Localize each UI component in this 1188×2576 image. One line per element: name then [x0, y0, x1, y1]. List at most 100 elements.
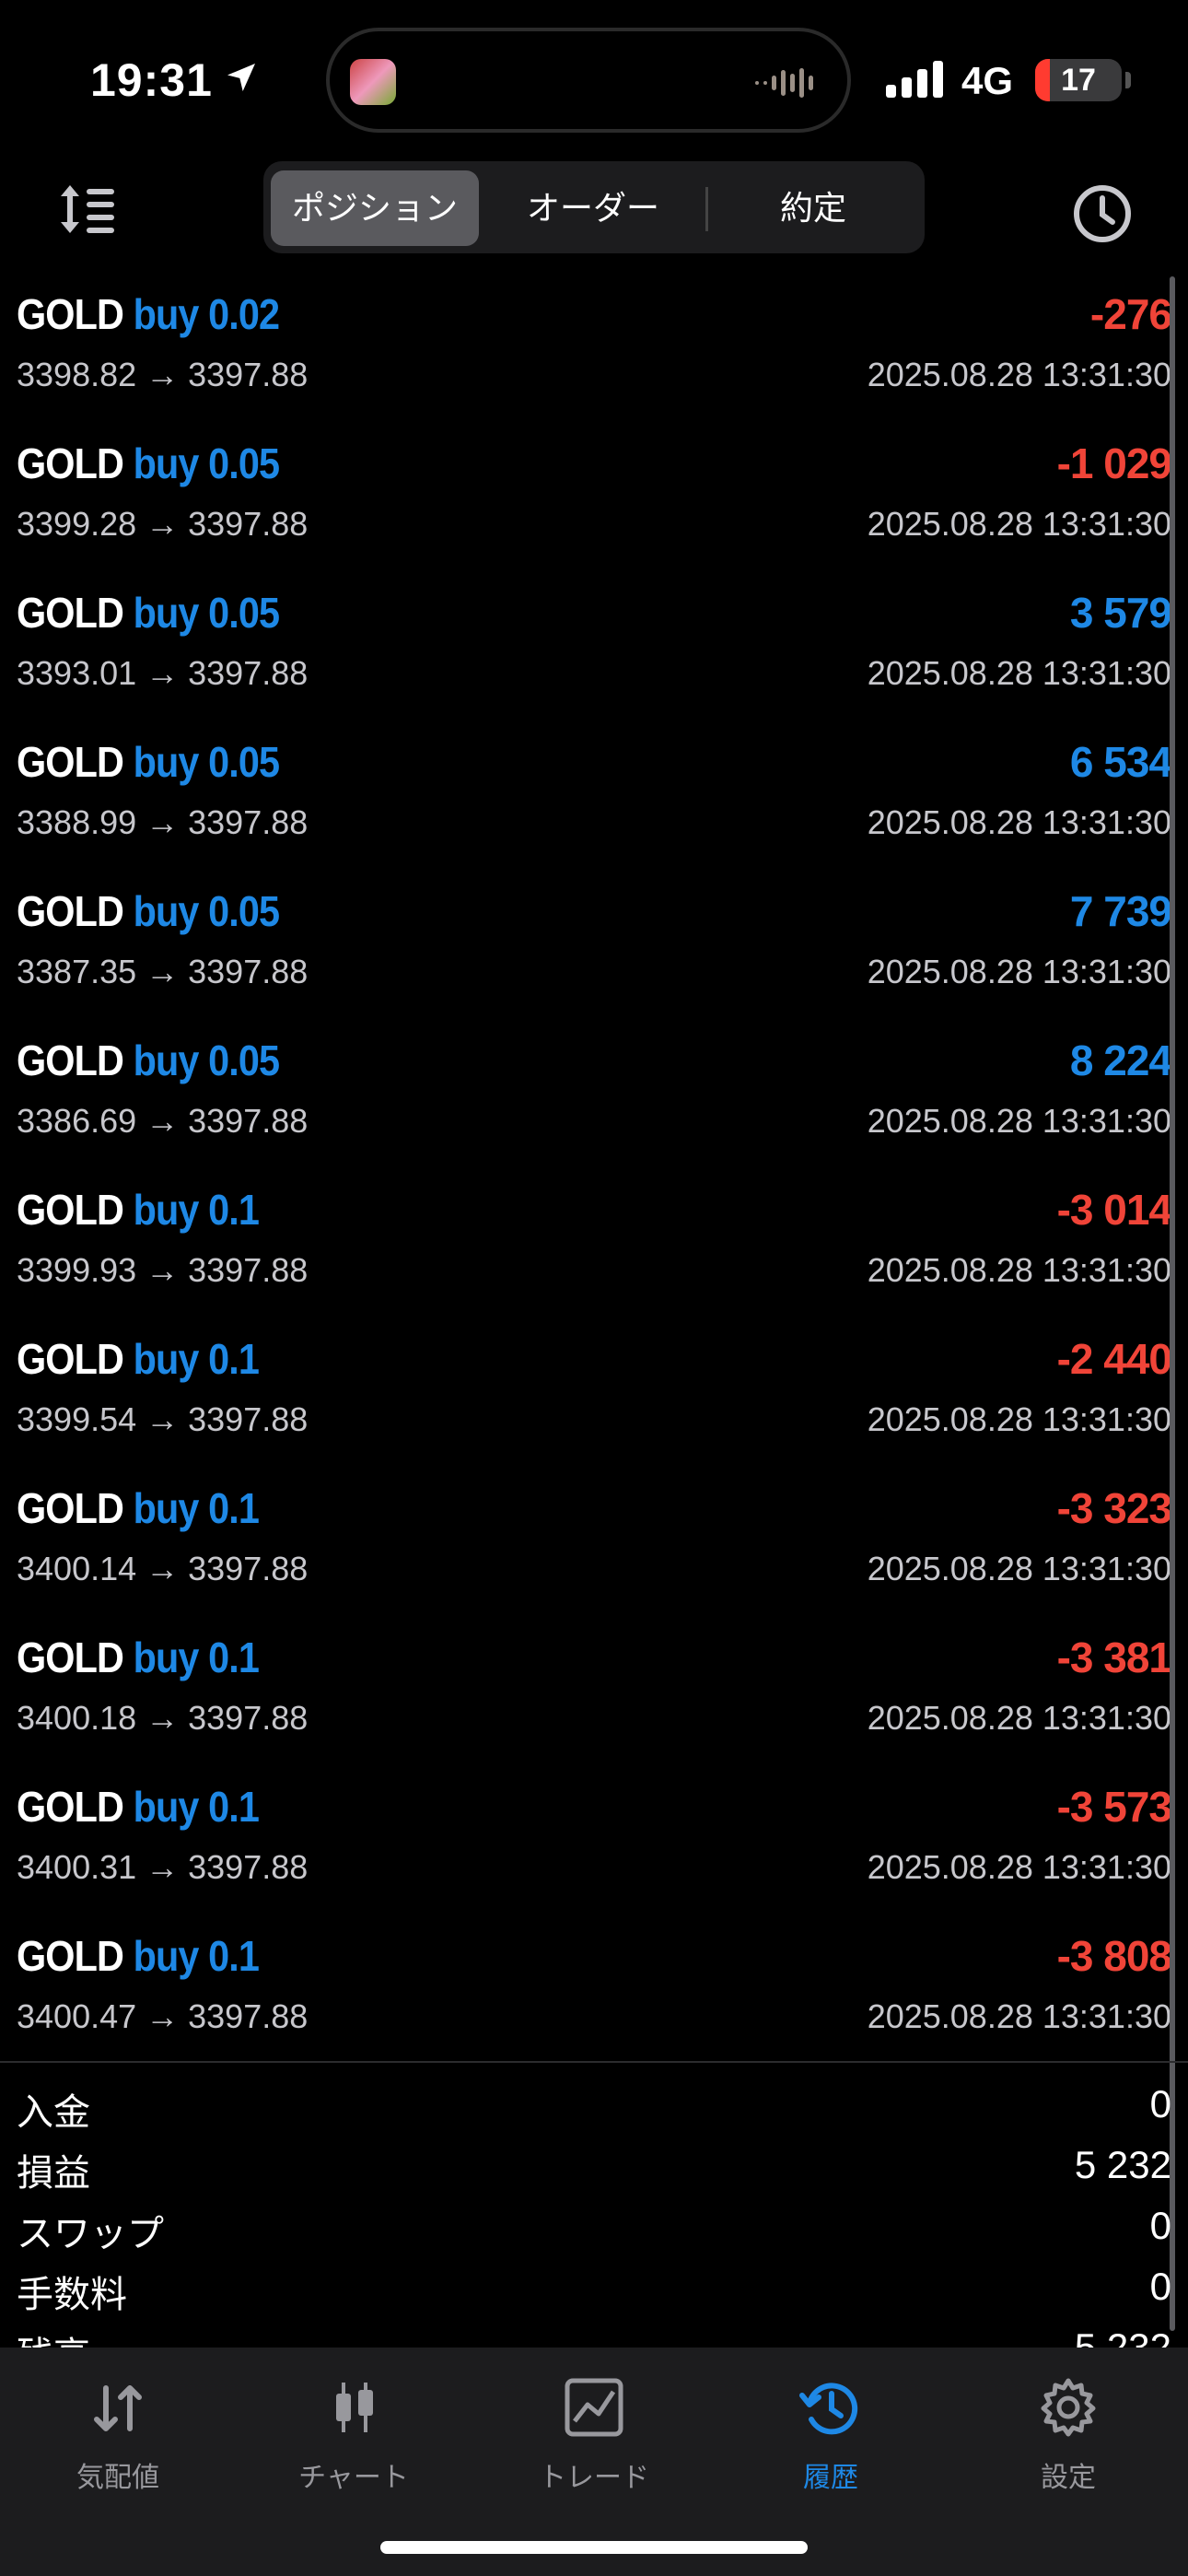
position-time: 2025.08.28 13:31:30	[867, 1997, 1171, 2035]
position-time: 2025.08.28 13:31:30	[867, 1550, 1171, 1587]
tab-trade[interactable]: トレード	[511, 2375, 677, 2504]
history-clock-icon	[799, 2383, 858, 2435]
tab-settings[interactable]: 設定	[985, 2375, 1151, 2504]
audio-wave-icon	[755, 68, 813, 98]
position-row[interactable]: GOLD buy 0.05 -1 029 3399.28 → 3397.88 2025…	[0, 424, 1188, 573]
summary-value: 0	[1149, 2082, 1171, 2125]
position-time: 2025.08.28 13:31:30	[867, 1251, 1171, 1289]
position-side-volume: buy 0.1	[133, 1633, 260, 1681]
tab-history-label: 履歴	[803, 2463, 858, 2493]
tab-settings-label: 設定	[1041, 2463, 1096, 2493]
summary-row: 手数料 0	[0, 2257, 1188, 2318]
position-symbol: GOLD buy 0.1	[17, 1782, 260, 1832]
tab-chart[interactable]: チャート	[271, 2375, 437, 2504]
status-bar: 19:31 4G 17	[0, 0, 1188, 157]
position-symbol: GOLD buy 0.05	[17, 737, 280, 787]
position-profit: -3 808	[1056, 1932, 1172, 1980]
summary-value: 0	[1149, 2204, 1171, 2247]
position-side-volume: buy 0.05	[133, 738, 280, 786]
symbol-name: GOLD	[17, 1932, 124, 1980]
position-prices: 3400.31 → 3397.88	[17, 1848, 309, 1886]
home-indicator[interactable]	[380, 2541, 808, 2554]
position-row[interactable]: GOLD buy 0.1 -2 440 3399.54 → 3397.88 2025.…	[0, 1319, 1188, 1469]
position-profit: -1 029	[1056, 439, 1172, 487]
position-symbol: GOLD buy 0.05	[17, 439, 280, 488]
position-row[interactable]: GOLD buy 0.05 6 534 3388.99 → 3397.88 2025.…	[0, 722, 1188, 872]
position-side-volume: buy 0.1	[133, 1484, 260, 1532]
position-prices: 3400.47 → 3397.88	[17, 1997, 309, 2035]
position-profit: 8 224	[1069, 1036, 1172, 1084]
symbol-name: GOLD	[17, 738, 124, 786]
position-side-volume: buy 0.1	[133, 1335, 260, 1383]
position-time: 2025.08.28 13:31:30	[867, 505, 1171, 543]
position-prices: 3387.35 → 3397.88	[17, 953, 309, 990]
tab-history[interactable]: 履歴	[748, 2375, 914, 2504]
now-playing-avatar	[350, 59, 396, 105]
symbol-name: GOLD	[17, 1783, 124, 1831]
position-side-volume: buy 0.05	[133, 589, 280, 637]
symbol-name: GOLD	[17, 1484, 124, 1532]
position-profit: -276	[1089, 290, 1172, 338]
position-side-volume: buy 0.05	[133, 887, 280, 935]
position-symbol: GOLD buy 0.1	[17, 1633, 260, 1682]
summary-value: 0	[1149, 2265, 1171, 2308]
position-prices: 3388.99 → 3397.88	[17, 803, 309, 841]
position-prices: 3398.82 → 3397.88	[17, 356, 309, 393]
position-row[interactable]: GOLD buy 0.05 7 739 3387.35 → 3397.88 2025.…	[0, 872, 1188, 1021]
position-profit: -3 381	[1056, 1633, 1172, 1681]
tab-quotes-label: 気配値	[76, 2463, 159, 2493]
trade-toolbar: ポジション オーダー 約定	[0, 161, 1188, 263]
position-symbol: GOLD buy 0.1	[17, 1185, 260, 1235]
position-time: 2025.08.28 13:31:30	[867, 1699, 1171, 1737]
position-prices: 3400.14 → 3397.88	[17, 1550, 309, 1587]
position-time: 2025.08.28 13:31:30	[867, 654, 1171, 692]
position-row[interactable]: GOLD buy 0.1 -3 014 3399.93 → 3397.88 2025.…	[0, 1170, 1188, 1319]
position-time: 2025.08.28 13:31:30	[867, 356, 1171, 393]
sort-order-icon[interactable]	[57, 181, 118, 237]
position-side-volume: buy 0.02	[133, 290, 280, 338]
dynamic-island[interactable]	[326, 28, 851, 133]
position-side-volume: buy 0.1	[133, 1186, 260, 1234]
position-side-volume: buy 0.1	[133, 1932, 260, 1980]
position-time: 2025.08.28 13:31:30	[867, 1848, 1171, 1886]
symbol-name: GOLD	[17, 1335, 124, 1383]
position-prices: 3399.54 → 3397.88	[17, 1400, 309, 1438]
symbol-name: GOLD	[17, 1036, 124, 1084]
tab-trade-label: トレード	[539, 2463, 649, 2493]
battery-icon: 17	[1035, 59, 1122, 101]
segmented-control: ポジション オーダー 約定	[263, 161, 925, 253]
position-row[interactable]: GOLD buy 0.05 8 224 3386.69 → 3397.88 2025.…	[0, 1021, 1188, 1170]
network-type: 4G	[961, 59, 1014, 102]
position-row[interactable]: GOLD buy 0.05 3 579 3393.01 → 3397.88 2025.…	[0, 573, 1188, 722]
position-profit: 7 739	[1069, 887, 1172, 935]
position-symbol: GOLD buy 0.1	[17, 1483, 260, 1533]
tab-deals[interactable]: 約定	[709, 170, 917, 246]
symbol-name: GOLD	[17, 589, 124, 637]
position-row[interactable]: GOLD buy 0.1 -3 323 3400.14 → 3397.88 2025.…	[0, 1469, 1188, 1618]
position-time: 2025.08.28 13:31:30	[867, 953, 1171, 990]
position-row[interactable]: GOLD buy 0.02 -276 3398.82 → 3397.88 2025.0…	[0, 275, 1188, 424]
summary-row: 入金 0	[0, 2075, 1188, 2136]
gear-icon	[1041, 2378, 1096, 2437]
tab-quotes[interactable]: 気配値	[35, 2375, 201, 2504]
summary-label: 入金	[17, 2092, 90, 2133]
symbol-name: GOLD	[17, 1186, 124, 1234]
position-symbol: GOLD buy 0.1	[17, 1931, 260, 1981]
position-side-volume: buy 0.1	[133, 1783, 260, 1831]
tab-orders[interactable]: オーダー	[484, 170, 702, 246]
position-row[interactable]: GOLD buy 0.1 -3 573 3400.31 → 3397.88 2025.…	[0, 1767, 1188, 1916]
symbol-name: GOLD	[17, 439, 124, 487]
clock-icon[interactable]	[1070, 181, 1135, 246]
position-prices: 3386.69 → 3397.88	[17, 1102, 309, 1140]
position-symbol: GOLD buy 0.05	[17, 588, 280, 638]
tab-positions[interactable]: ポジション	[271, 170, 479, 246]
list-scrollbar[interactable]	[1170, 276, 1175, 2331]
tab-chart-label: チャート	[298, 2463, 409, 2493]
position-row[interactable]: GOLD buy 0.1 -3 381 3400.18 → 3397.88 2025.…	[0, 1618, 1188, 1767]
summary-row: スワップ 0	[0, 2196, 1188, 2257]
position-prices: 3399.28 → 3397.88	[17, 505, 309, 543]
position-time: 2025.08.28 13:31:30	[867, 1400, 1171, 1438]
position-row[interactable]: GOLD buy 0.1 -3 808 3400.47 → 3397.88 2025.…	[0, 1916, 1188, 2066]
position-profit: -2 440	[1056, 1335, 1172, 1383]
summary-label: 損益	[17, 2153, 90, 2194]
